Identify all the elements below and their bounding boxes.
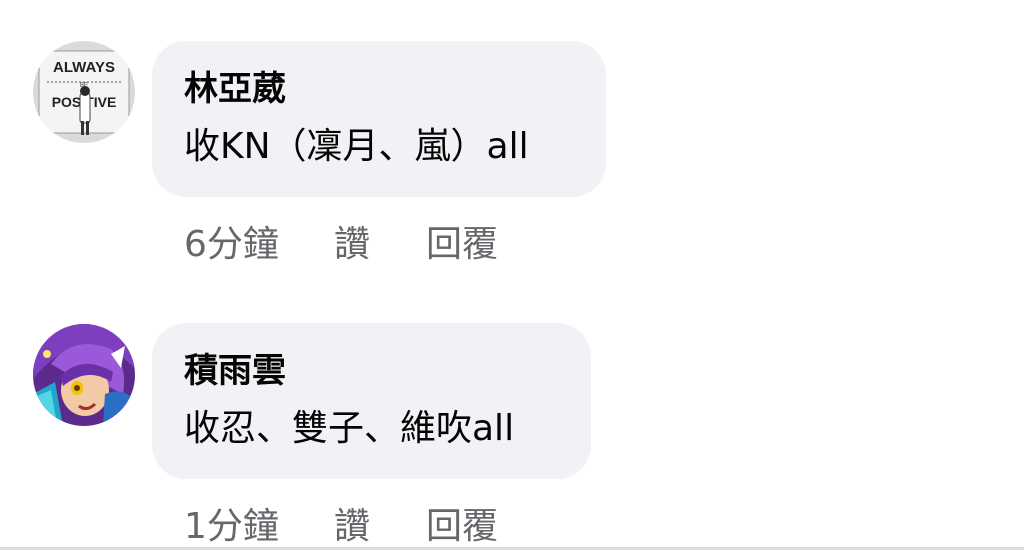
comment-bubble: 積雨雲 收忍、雙子、維吹all [152,323,591,479]
comment-actions: 6分鐘讚回覆 [184,221,498,269]
avatar[interactable]: ALWAYS BE POSITIVE [33,41,135,143]
comment-text: 收忍、雙子、維吹all [184,408,515,449]
comment-timestamp[interactable]: 6分鐘 [184,221,334,269]
avatar-image: ALWAYS BE POSITIVE [33,41,135,143]
comment-author[interactable]: 林亞葳 [184,65,574,113]
avatar[interactable] [33,324,135,426]
comment-bubble: 林亞葳 收KN（凜月、嵐）all [152,41,606,197]
like-button[interactable]: 讚 [334,221,426,269]
comment-timestamp[interactable]: 1分鐘 [184,503,334,550]
comment-text: 收KN（凜月、嵐）all [184,126,529,167]
comment-actions: 1分鐘讚回覆 [184,503,498,550]
comment-thread: ALWAYS BE POSITIVE 林亞葳 收KN（凜月、嵐）all 6分鐘讚… [0,0,1024,550]
reply-button[interactable]: 回覆 [426,221,498,269]
comment-author[interactable]: 積雨雲 [184,347,559,395]
avatar-image [33,324,135,426]
reply-button[interactable]: 回覆 [426,503,498,550]
like-button[interactable]: 讚 [334,503,426,550]
svg-text:ALWAYS: ALWAYS [53,59,115,76]
